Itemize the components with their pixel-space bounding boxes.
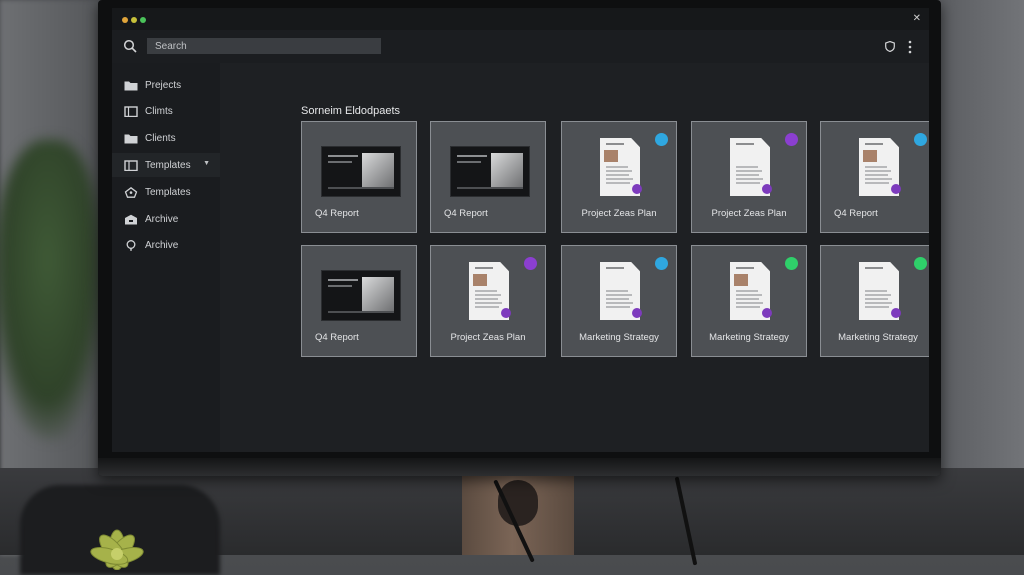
status-dot-icon <box>655 257 668 270</box>
card-label: Marketing Strategy <box>709 332 789 343</box>
title-bar: ✕ <box>112 8 929 30</box>
archive-box-icon <box>124 105 138 117</box>
search-icon[interactable] <box>123 39 137 53</box>
status-dot-icon <box>914 257 927 270</box>
card-label: Project Zeas Plan <box>711 208 787 219</box>
card-label: Q4 Report <box>315 208 359 219</box>
succulent-plant <box>90 529 144 570</box>
sidebar-item-label: Archive <box>145 239 179 251</box>
document-thumbnail <box>321 146 401 197</box>
window-dot-icon[interactable] <box>131 17 137 23</box>
shield-icon[interactable] <box>885 41 895 52</box>
document-card[interactable]: Project Zeas Plan <box>691 121 807 233</box>
template-icon <box>124 159 138 171</box>
close-icon[interactable]: ✕ <box>913 13 921 24</box>
sidebar-item-label: Clients <box>145 132 176 144</box>
sidebar-item-templates-2[interactable]: Templates <box>112 180 220 204</box>
share-badge-icon <box>632 184 642 194</box>
main-content: Sorneim Eldodpaets Q4 Report Q4 Report Pro… <box>220 63 929 452</box>
share-badge-icon <box>501 308 511 318</box>
document-thumbnail <box>321 270 401 321</box>
document-card[interactable]: Marketing Strategy <box>820 245 929 357</box>
document-card[interactable]: Marketing Strategy <box>561 245 677 357</box>
card-label: Q4 Report <box>444 208 488 219</box>
status-dot-icon <box>785 257 798 270</box>
status-dot-icon <box>524 257 537 270</box>
card-label: Marketing Strategy <box>838 332 918 343</box>
sidebar-item-archive[interactable]: Archive <box>112 207 220 231</box>
share-badge-icon <box>891 308 901 318</box>
card-label: Q4 Report <box>315 332 359 343</box>
share-badge-icon <box>762 184 772 194</box>
share-badge-icon <box>762 308 772 318</box>
sidebar-item-label: Templates <box>145 159 191 171</box>
folder-icon <box>124 134 138 143</box>
document-card[interactable]: Marketing Strategy <box>691 245 807 357</box>
document-card[interactable]: Project Zeas Plan <box>561 121 677 233</box>
card-label: Project Zeas Plan <box>581 208 657 219</box>
bulb-icon <box>126 239 136 251</box>
sidebar-item-templates[interactable]: Templates ▼ <box>112 153 220 177</box>
share-badge-icon <box>891 184 901 194</box>
window-dot-icon[interactable] <box>122 17 128 23</box>
archive-icon <box>125 214 137 224</box>
document-card[interactable]: Q4 Report <box>301 121 417 233</box>
top-bar <box>112 30 929 64</box>
search-input[interactable] <box>147 38 381 54</box>
more-vertical-icon[interactable] <box>908 40 912 54</box>
card-label: Marketing Strategy <box>579 332 659 343</box>
tag-icon <box>124 186 138 198</box>
document-card[interactable]: Q4 Report <box>430 121 546 233</box>
status-dot-icon <box>785 133 798 146</box>
background-plant <box>0 140 105 440</box>
sidebar-item-climts[interactable]: Climts <box>112 99 220 123</box>
window-dot-icon[interactable] <box>140 17 146 23</box>
sidebar: Prejects Climts Clients Templates ▼ Temp… <box>112 63 221 452</box>
document-card[interactable]: Q4 Report <box>301 245 417 357</box>
sidebar-item-clients[interactable]: Clients <box>112 126 220 150</box>
sidebar-item-label: Prejects <box>145 79 182 91</box>
card-label: Q4 Report <box>834 208 878 219</box>
sidebar-item-prejects[interactable]: Prejects <box>112 73 220 97</box>
share-badge-icon <box>632 308 642 318</box>
status-dot-icon <box>914 133 927 146</box>
document-card[interactable]: Project Zeas Plan <box>430 245 546 357</box>
sidebar-item-label: Climts <box>145 105 173 117</box>
document-thumbnail <box>450 146 530 197</box>
app-window: ✕ Prejects Climts <box>112 8 929 452</box>
folder-icon <box>124 81 138 90</box>
sidebar-item-label: Archive <box>145 213 179 225</box>
caret-down-icon[interactable]: ▼ <box>203 160 210 167</box>
sidebar-item-label: Templates <box>145 186 191 198</box>
section-heading: Sorneim Eldodpaets <box>301 105 401 117</box>
card-label: Project Zeas Plan <box>450 332 526 343</box>
sidebar-item-archive-2[interactable]: Archive <box>112 233 220 257</box>
document-card[interactable]: Q4 Report <box>820 121 929 233</box>
monitor-bezel <box>98 458 941 476</box>
status-dot-icon <box>655 133 668 146</box>
